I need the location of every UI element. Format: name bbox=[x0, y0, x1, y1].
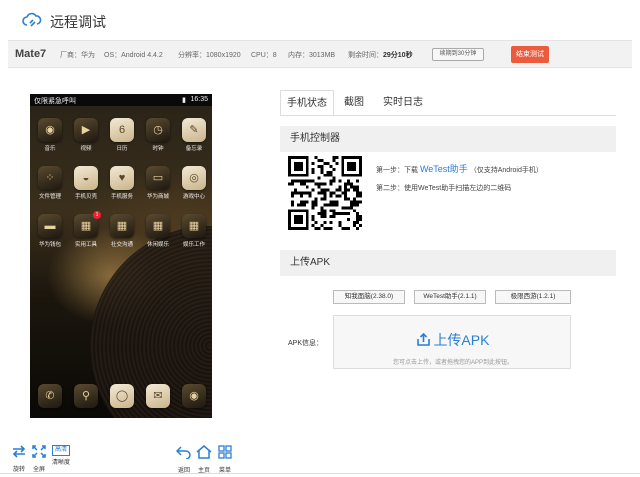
play-icon: ▶ bbox=[81, 124, 91, 136]
shell-icon: ◒ bbox=[82, 172, 90, 184]
carrier-text: 仅限紧急呼叫 bbox=[34, 98, 76, 105]
heart-icon: ♥ bbox=[118, 172, 126, 184]
app-memo[interactable]: ✎ 备忘录 bbox=[177, 118, 211, 152]
fullscreen-button[interactable]: 全屏 bbox=[27, 445, 51, 473]
game-icon: ◎ bbox=[189, 172, 199, 184]
clock-icon: ◷ bbox=[153, 124, 163, 136]
apk-info-label: APK信息： bbox=[288, 340, 324, 347]
dock-messages[interactable]: ◯ bbox=[105, 384, 139, 408]
contacts-icon: ⚲ bbox=[81, 390, 91, 402]
renew-button[interactable]: 续期到30分钟 bbox=[432, 48, 484, 61]
app-huawei-wallet[interactable]: ▬ 华为钱包 bbox=[33, 214, 67, 248]
app-phone-service[interactable]: ♥ 手机服务 bbox=[105, 166, 139, 200]
calendar-icon: 6 bbox=[118, 124, 126, 136]
upload-section-title: 上传APK bbox=[280, 250, 616, 276]
cloud-link-icon bbox=[22, 12, 42, 27]
home-icon bbox=[196, 445, 212, 459]
app-version-button-3[interactable]: 极限西游(1.2.1) bbox=[495, 290, 571, 304]
app-game-center[interactable]: ◎ 游戏中心 bbox=[177, 166, 211, 200]
app-utilities[interactable]: ▦ 1 实用工具 bbox=[69, 211, 103, 248]
qr-code bbox=[288, 156, 362, 230]
tab-phone-status[interactable]: 手机状态 bbox=[280, 90, 334, 116]
menu-button[interactable]: 菜单 bbox=[213, 445, 237, 474]
app-version-button-2[interactable]: WeTest助手(2.1.1) bbox=[414, 290, 486, 304]
wallet-icon: ▬ bbox=[44, 220, 56, 232]
resolution-info: 分辨率：1080x1920 bbox=[178, 52, 241, 59]
dock-phone[interactable]: ✆ bbox=[33, 384, 67, 408]
step-two: 第二步：使用WeTest助手扫描左边的二维码 bbox=[376, 185, 512, 192]
tab-realtime-log[interactable]: 实时日志 bbox=[374, 90, 432, 116]
vendor-info: 厂商：华为 bbox=[60, 52, 95, 59]
camera-icon: ◉ bbox=[189, 390, 199, 402]
page-title: 远程调试 bbox=[50, 14, 106, 30]
cpu-info: CPU：8 bbox=[251, 52, 277, 59]
vmall-icon: ▭ bbox=[152, 172, 164, 184]
fullscreen-icon bbox=[32, 445, 46, 458]
upload-apk-dropzone[interactable]: 上传APK 您可点击上传，或者拖拽您的APP到此按钮。 bbox=[333, 315, 571, 369]
app-work[interactable]: ▦ 娱乐工作 bbox=[177, 214, 211, 248]
bottom-divider bbox=[0, 473, 640, 474]
end-test-button[interactable]: 结束测试 bbox=[511, 46, 549, 63]
app-version-button-1[interactable]: 知我面脑(2.38.0) bbox=[333, 290, 405, 304]
app-calendar[interactable]: 6 日历 bbox=[105, 118, 139, 152]
wallpaper bbox=[30, 106, 212, 418]
message-icon: ◯ bbox=[115, 390, 129, 402]
phone-screen[interactable]: 仅限紧急呼叫 ▮ 16:35 ◉ 音乐 ▶ 视频 6 日历 ◷ 时钟 ✎ 备忘录 ⁘ 文件管… bbox=[30, 94, 212, 418]
step-one: 第一步：下载 WeTest助手 （仅支持Android手机） bbox=[376, 164, 543, 174]
remaining-time: 剩余时间：29分10秒 bbox=[348, 52, 413, 59]
upload-icon bbox=[416, 332, 430, 346]
app-video[interactable]: ▶ 视频 bbox=[69, 118, 103, 152]
header: 远程调试 bbox=[0, 0, 640, 40]
upload-hint: 您可点击上传，或者拖拽您的APP到此按钮。 bbox=[392, 360, 513, 366]
music-icon: ◉ bbox=[45, 124, 55, 136]
memo-icon: ✎ bbox=[189, 124, 199, 136]
tab-screenshot[interactable]: 截图 bbox=[334, 90, 374, 116]
app-music[interactable]: ◉ 音乐 bbox=[33, 118, 67, 152]
app-phone-shell[interactable]: ◒ 手机贝壳 bbox=[69, 166, 103, 200]
app-file-manager[interactable]: ⁘ 文件管理 bbox=[33, 166, 67, 200]
notification-badge: 1 bbox=[93, 211, 101, 219]
controller-section-title: 手机控制器 bbox=[280, 126, 616, 152]
dock-camera[interactable]: ◉ bbox=[177, 384, 211, 408]
quality-button[interactable]: 高清 清晰度 bbox=[49, 445, 73, 466]
menu-grid-icon bbox=[218, 445, 232, 459]
tab-divider bbox=[280, 115, 616, 116]
upload-apk-button[interactable]: 上传APK bbox=[334, 330, 572, 350]
app-leisure[interactable]: ▦ 休闲娱乐 bbox=[141, 214, 175, 248]
hd-badge-icon: 高清 bbox=[52, 445, 70, 456]
device-info-bar: Mate7 厂商：华为 OS：Android 4.4.2 分辨率：1080x19… bbox=[8, 40, 632, 68]
mail-icon: ✉ bbox=[153, 390, 163, 402]
device-model: Mate7 bbox=[15, 48, 47, 60]
rotate-icon bbox=[12, 445, 26, 458]
dock-email[interactable]: ✉ bbox=[141, 384, 175, 408]
phone-icon: ✆ bbox=[45, 390, 55, 402]
memory-info: 内存：3013MB bbox=[288, 52, 336, 59]
app-clock[interactable]: ◷ 时钟 bbox=[141, 118, 175, 152]
phone-status-bar: 仅限紧急呼叫 ▮ 16:35 bbox=[30, 94, 212, 106]
back-icon bbox=[175, 446, 191, 460]
app-social[interactable]: ▦ 社交沟通 bbox=[105, 214, 139, 248]
app-huawei-store[interactable]: ▭ 华为商城 bbox=[141, 166, 175, 200]
os-info: OS：Android 4.4.2 bbox=[104, 52, 163, 59]
battery-icon: ▮ bbox=[182, 97, 186, 104]
folder-icon: ▦ bbox=[152, 220, 164, 232]
folder-icon: ▦ bbox=[188, 220, 200, 232]
wetest-download-link[interactable]: WeTest助手 bbox=[420, 164, 468, 174]
remote-debug-page: 远程调试 Mate7 厂商：华为 OS：Android 4.4.2 分辨率：10… bbox=[0, 0, 640, 477]
folder-icon: ▦ bbox=[116, 220, 128, 232]
phone-time: 16:35 bbox=[190, 96, 208, 103]
dock-contacts[interactable]: ⚲ bbox=[69, 384, 103, 408]
folder-icon: ⁘ bbox=[45, 172, 55, 184]
